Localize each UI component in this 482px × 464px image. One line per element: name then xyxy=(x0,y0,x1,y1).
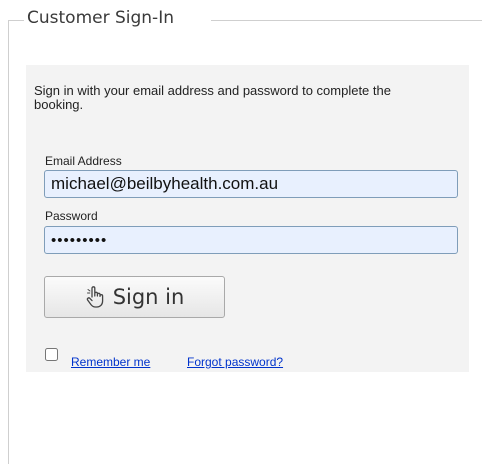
remember-me-link[interactable]: Remember me xyxy=(71,355,150,369)
fieldset-border-left xyxy=(8,20,9,464)
sign-in-button[interactable]: Sign in xyxy=(44,276,225,318)
remember-me-checkbox[interactable] xyxy=(45,348,58,361)
sign-in-button-label: Sign in xyxy=(112,285,185,309)
fieldset-border-top-right xyxy=(211,20,482,21)
password-label: Password xyxy=(45,209,98,223)
sign-in-page: Customer Sign-In Sign in with your email… xyxy=(0,0,482,464)
intro-text: Sign in with your email address and pass… xyxy=(34,83,391,112)
forgot-password-link[interactable]: Forgot password? xyxy=(187,355,283,369)
hand-pointer-icon xyxy=(85,285,105,309)
fieldset-border-top-left xyxy=(8,20,24,21)
email-label: Email Address xyxy=(45,154,122,168)
email-field[interactable] xyxy=(44,170,458,198)
fieldset-legend: Customer Sign-In xyxy=(27,8,174,28)
password-field[interactable] xyxy=(44,226,458,254)
